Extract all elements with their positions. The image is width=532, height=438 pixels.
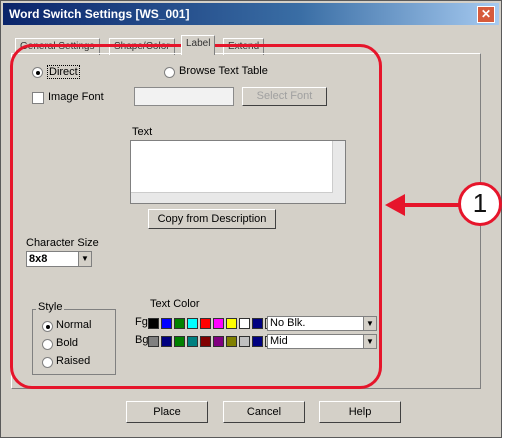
style-bold-radio[interactable] — [42, 339, 53, 350]
style-normal-label: Normal — [56, 319, 92, 331]
image-font-field[interactable] — [134, 87, 234, 106]
title-bar: Word Switch Settings [WS_001] ✕ — [3, 3, 499, 25]
copy-from-description-button[interactable]: Copy from Description — [148, 209, 276, 229]
bg-label: Bg — [135, 334, 149, 346]
bg-color-swatch[interactable] — [239, 336, 250, 347]
help-button[interactable]: Help — [319, 401, 401, 423]
close-icon[interactable]: ✕ — [477, 6, 495, 23]
bg-color-swatch[interactable] — [161, 336, 172, 347]
bg-color-swatch[interactable] — [187, 336, 198, 347]
bg-blink-value: Mid — [270, 335, 288, 347]
fg-color-swatch[interactable] — [187, 318, 198, 329]
dialog-window: Word Switch Settings [WS_001] ✕ General … — [0, 0, 502, 438]
dialog-footer: Place Cancel Help — [1, 391, 501, 437]
fg-color-swatch[interactable] — [213, 318, 224, 329]
fg-color-swatch[interactable] — [148, 318, 159, 329]
callout-number-badge: 1 — [458, 182, 502, 226]
browse-text-table-radio[interactable] — [164, 67, 175, 78]
text-label: Text — [132, 126, 153, 138]
place-button[interactable]: Place — [126, 401, 208, 423]
fg-color-swatch[interactable] — [252, 318, 263, 329]
tab-label[interactable]: Label — [181, 35, 216, 55]
image-font-checkbox[interactable] — [32, 92, 44, 104]
style-raised-radio[interactable] — [42, 357, 53, 368]
bg-color-swatch[interactable] — [174, 336, 185, 347]
cancel-button[interactable]: Cancel — [223, 401, 305, 423]
fg-blink-value: No Blk. — [270, 317, 306, 329]
image-font-label: Image Font — [48, 91, 104, 103]
bg-color-swatch[interactable] — [252, 336, 263, 347]
direct-radio[interactable] — [32, 67, 43, 78]
callout-arrow-line — [402, 203, 460, 207]
browse-text-table-label: Browse Text Table — [179, 65, 268, 77]
character-size-value: 8x8 — [29, 253, 48, 265]
chevron-down-icon[interactable]: ▼ — [363, 335, 376, 348]
fg-label: Fg — [135, 316, 148, 328]
chevron-down-icon[interactable]: ▼ — [78, 252, 91, 266]
window-title: Word Switch Settings [WS_001] — [9, 7, 190, 21]
chevron-down-icon[interactable]: ▼ — [363, 317, 376, 330]
style-raised-label: Raised — [56, 355, 91, 367]
direct-label: Direct — [47, 65, 80, 79]
fg-color-swatch[interactable] — [226, 318, 237, 329]
character-size-label: Character Size — [26, 237, 99, 249]
text-color-label: Text Color — [150, 298, 200, 310]
text-area-vertical-scrollbar[interactable] — [332, 141, 345, 203]
bg-blink-select[interactable]: Mid ▼ — [267, 334, 377, 349]
fg-color-swatch[interactable] — [200, 318, 211, 329]
fg-color-swatch[interactable] — [239, 318, 250, 329]
text-input-area[interactable] — [130, 140, 346, 204]
style-label: Style — [36, 301, 65, 313]
fg-blink-select[interactable]: No Blk. ▼ — [267, 316, 377, 331]
label-panel: Direct Browse Text Table Image Font Sele… — [11, 53, 481, 389]
fg-color-swatch[interactable] — [161, 318, 172, 329]
select-font-button[interactable]: Select Font — [242, 87, 327, 106]
character-size-select[interactable]: 8x8 ▼ — [26, 251, 92, 267]
fg-color-swatch[interactable] — [174, 318, 185, 329]
bg-color-swatch[interactable] — [200, 336, 211, 347]
text-area-horizontal-scrollbar[interactable] — [131, 192, 333, 203]
style-normal-radio[interactable] — [42, 321, 53, 332]
bg-color-swatch[interactable] — [226, 336, 237, 347]
bg-color-swatch[interactable] — [213, 336, 224, 347]
bg-color-swatch[interactable] — [148, 336, 159, 347]
style-bold-label: Bold — [56, 337, 79, 349]
